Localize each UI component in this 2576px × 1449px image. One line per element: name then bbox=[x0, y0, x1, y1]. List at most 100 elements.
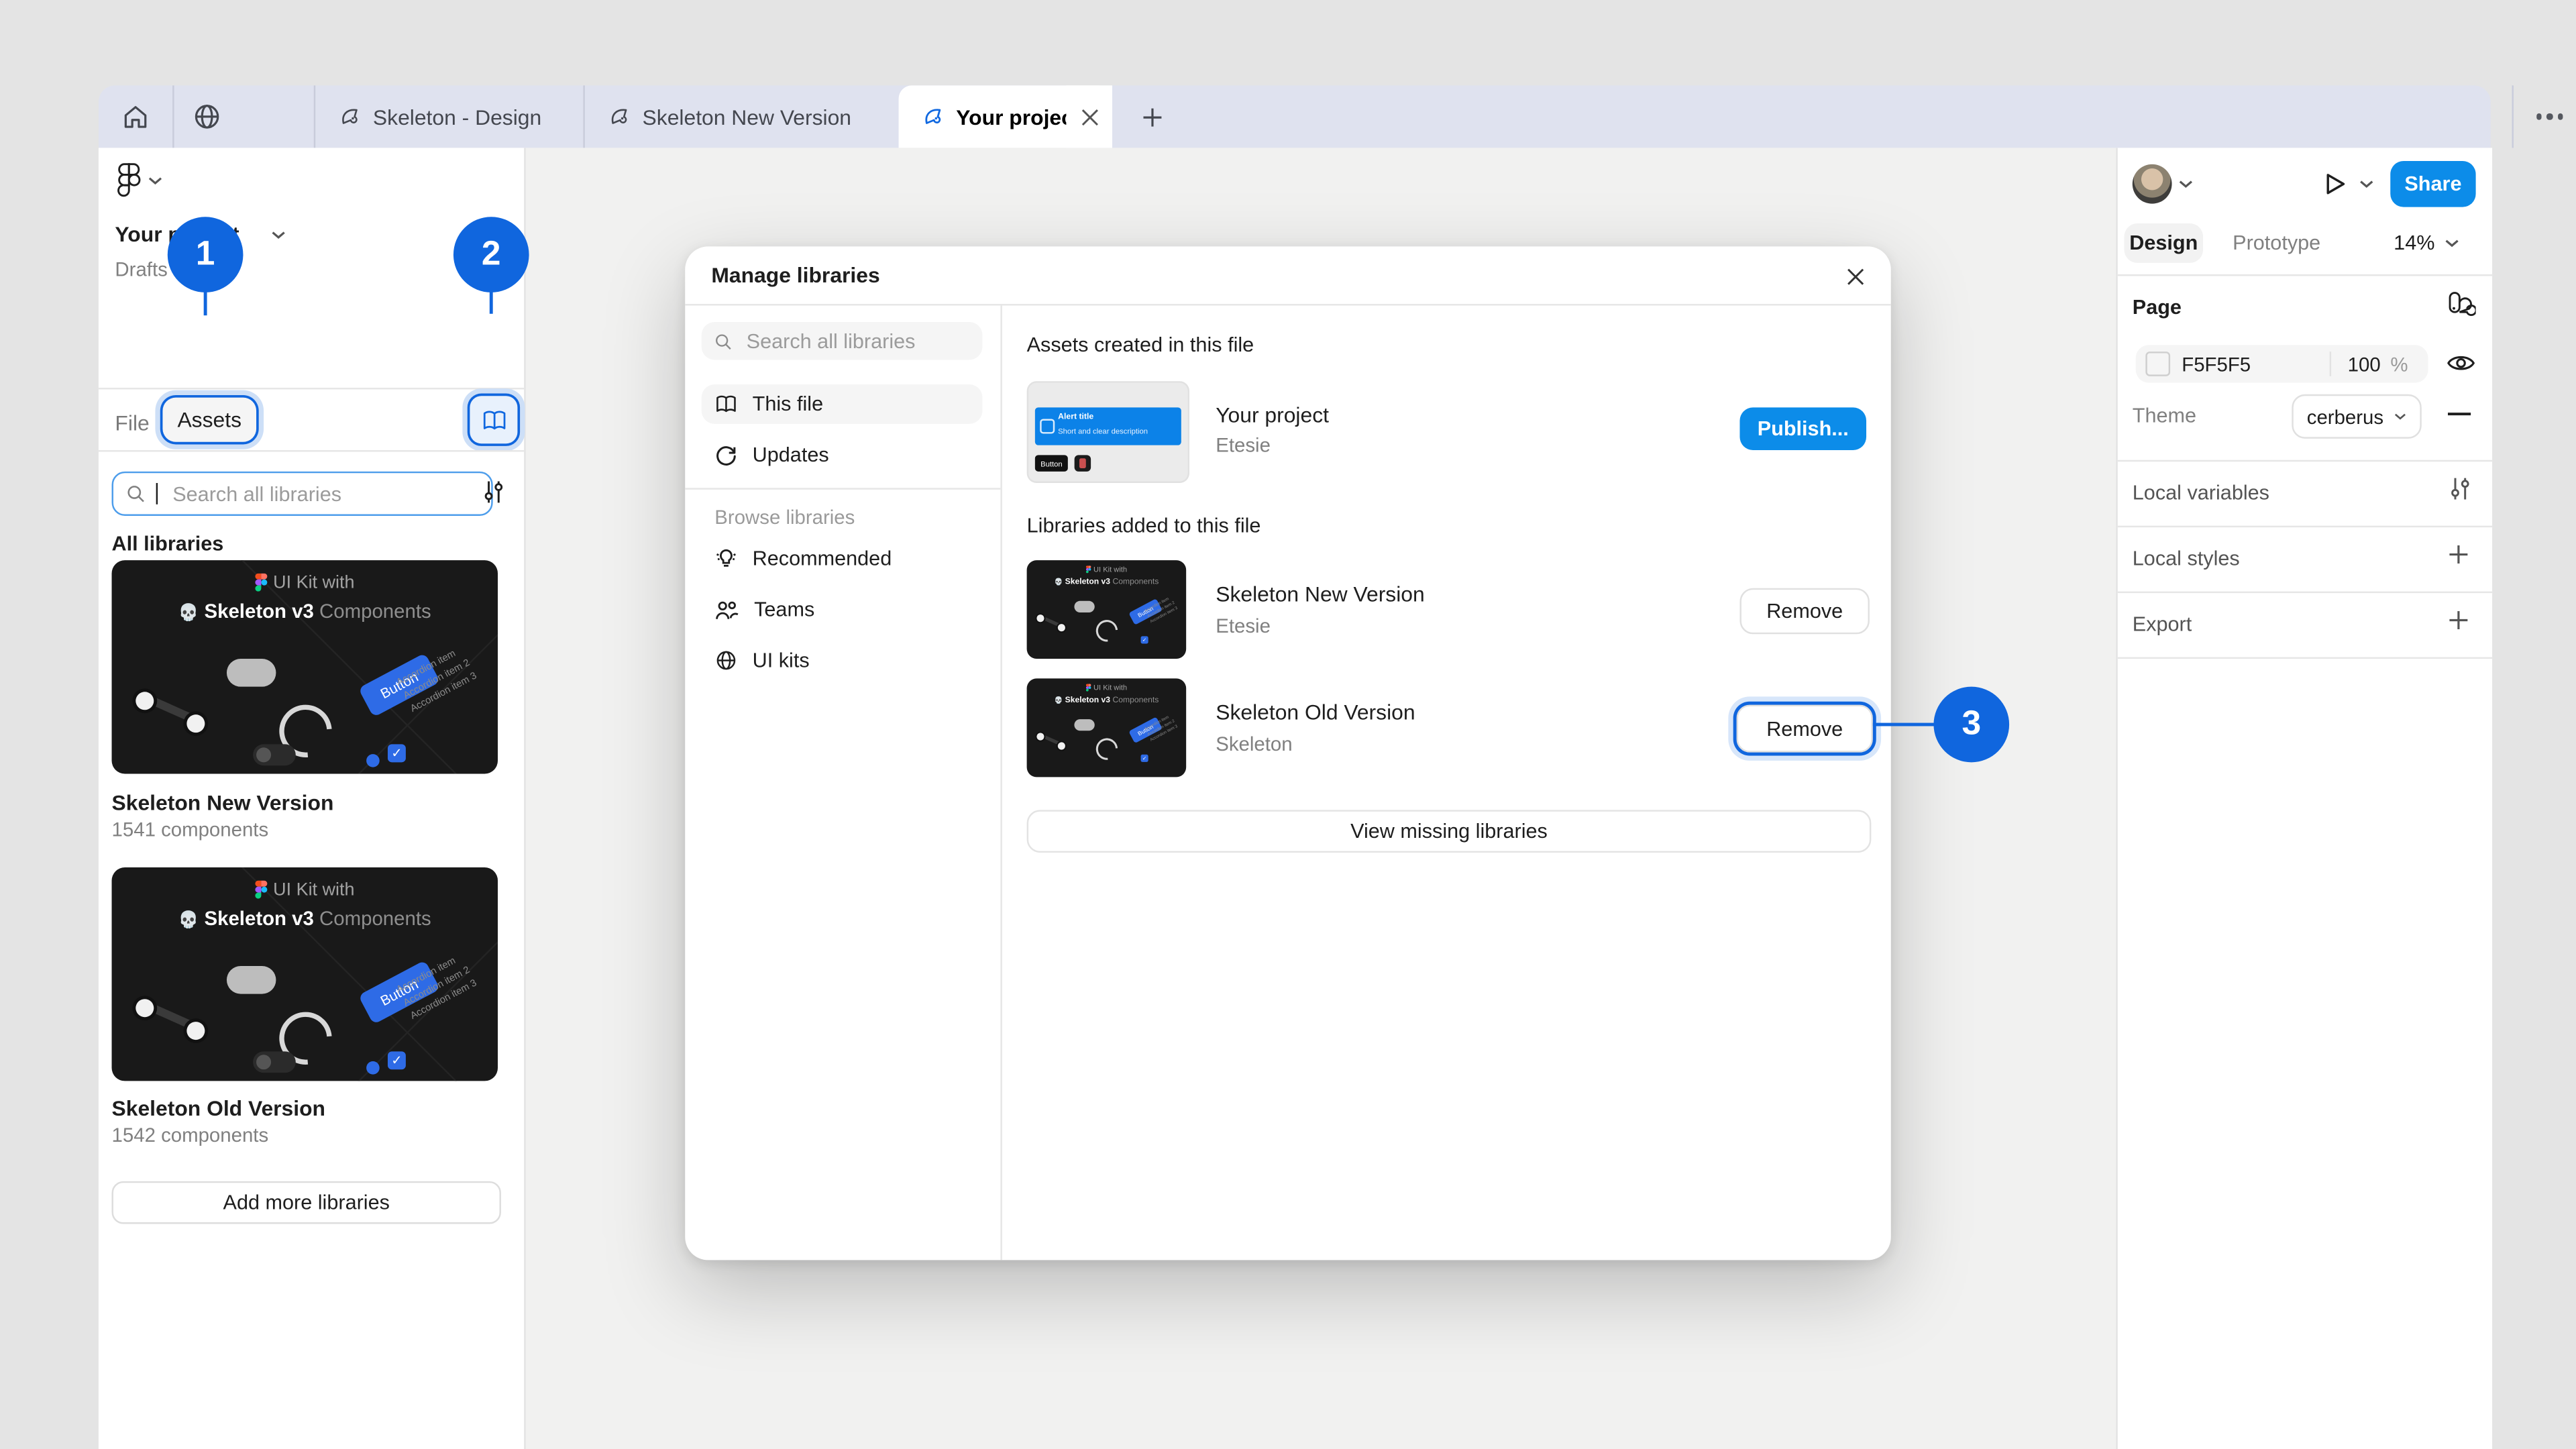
nav-recommended[interactable]: Recommended bbox=[702, 539, 983, 578]
tabbar-divider bbox=[2512, 85, 2513, 148]
globe-icon bbox=[714, 649, 737, 672]
left-sidebar: Your project Drafts File Assets bbox=[99, 148, 526, 1449]
browse-libraries-label: Browse libraries bbox=[714, 506, 855, 529]
library-card-title: Skeleton Old Version bbox=[112, 1095, 325, 1120]
project-owner: Etesie bbox=[1216, 434, 1271, 457]
assets-created-heading: Assets created in this file bbox=[1027, 333, 1254, 356]
color-hex-value[interactable]: F5F5F5 bbox=[2182, 352, 2251, 375]
divider bbox=[2118, 526, 2492, 527]
community-button[interactable] bbox=[174, 85, 240, 148]
open-variables-button[interactable] bbox=[2448, 476, 2473, 501]
library-thumbnail: UI Kit with 💀 Skeleton v3 Components But… bbox=[112, 560, 498, 773]
library-thumbnail: UI Kit with 💀 Skeleton v3 Components But… bbox=[112, 867, 498, 1081]
tab-design[interactable]: Design bbox=[2125, 223, 2204, 263]
tab-skeleton-design[interactable]: Skeleton - Design bbox=[315, 85, 608, 148]
avatar bbox=[2133, 164, 2172, 204]
tab-prototype[interactable]: Prototype bbox=[2233, 231, 2320, 254]
figma-file-icon bbox=[922, 105, 945, 128]
page-styles-button[interactable] bbox=[2447, 289, 2476, 319]
globe-icon bbox=[193, 102, 222, 131]
opacity-value[interactable]: 100 bbox=[2348, 352, 2381, 375]
zoom-level: 14% bbox=[2394, 231, 2434, 254]
thumb-slider bbox=[136, 690, 205, 727]
remove-library-button[interactable]: Remove bbox=[1739, 588, 1869, 635]
library-row-name: Skeleton Old Version bbox=[1216, 700, 1415, 724]
skull-icon: 💀 bbox=[178, 604, 199, 623]
divider bbox=[99, 450, 524, 451]
new-tab-button[interactable] bbox=[1127, 85, 1176, 148]
search-icon bbox=[127, 483, 145, 504]
library-search[interactable] bbox=[112, 472, 493, 516]
close-tab-button[interactable] bbox=[1066, 85, 1112, 148]
theme-value: cerberus bbox=[2307, 405, 2383, 428]
add-more-libraries-button[interactable]: Add more libraries bbox=[112, 1181, 501, 1224]
add-style-button[interactable] bbox=[2448, 544, 2469, 566]
nav-this-file-label: This file bbox=[753, 392, 823, 415]
annotation-2: 2 bbox=[453, 217, 529, 292]
figma-logo-icon bbox=[117, 162, 142, 199]
export-label: Export bbox=[2133, 612, 2192, 635]
library-row-thumbnail: UI Kit with 💀 Skeleton v3 Components But… bbox=[1027, 560, 1187, 659]
nav-updates[interactable]: Updates bbox=[702, 435, 983, 475]
ellipsis-icon bbox=[2536, 114, 2542, 120]
theme-label: Theme bbox=[2133, 404, 2196, 427]
add-export-button[interactable] bbox=[2448, 610, 2469, 631]
window-menu-button[interactable] bbox=[2520, 85, 2576, 148]
page-color-visibility-button[interactable] bbox=[2447, 352, 2476, 374]
tab-bar: Skeleton - Design Skeleton New Version Y… bbox=[99, 85, 2491, 148]
local-styles-label: Local styles bbox=[2133, 547, 2240, 570]
divider bbox=[2118, 657, 2492, 659]
tab-assets[interactable]: Assets bbox=[162, 398, 256, 442]
figma-file-icon bbox=[338, 105, 361, 128]
library-row-thumbnail: UI Kit with 💀 Skeleton v3 Components But… bbox=[1027, 678, 1187, 777]
theme-remove-button[interactable] bbox=[2448, 413, 2471, 416]
theme-select[interactable]: cerberus bbox=[2292, 394, 2421, 439]
remove-label: Remove bbox=[1766, 600, 1843, 623]
present-button[interactable] bbox=[2323, 171, 2348, 197]
chevron-down-icon bbox=[2359, 179, 2374, 189]
nav-this-file[interactable]: This file bbox=[702, 384, 983, 424]
figma-brand-icon bbox=[1086, 684, 1091, 692]
color-swatch[interactable] bbox=[2145, 352, 2170, 376]
figma-brand-icon bbox=[255, 881, 268, 899]
modal-search[interactable] bbox=[702, 322, 983, 360]
tab-file[interactable]: File bbox=[115, 411, 149, 435]
present-options-button[interactable] bbox=[2359, 179, 2374, 189]
library-card-meta: 1541 components bbox=[112, 818, 269, 841]
thumb-checkbox: ✓ bbox=[388, 744, 406, 762]
publish-label: Publish... bbox=[1758, 417, 1849, 440]
home-button[interactable] bbox=[102, 85, 168, 148]
home-icon bbox=[121, 103, 149, 131]
modal-search-input[interactable] bbox=[743, 328, 969, 354]
remove-library-button-highlighted[interactable]: Remove bbox=[1737, 705, 1873, 753]
project-name: Your project bbox=[1216, 402, 1329, 427]
people-icon bbox=[714, 599, 739, 621]
nav-ui-kits[interactable]: UI kits bbox=[702, 641, 983, 680]
main-menu-button[interactable] bbox=[117, 162, 163, 199]
right-sidebar: Share Design Prototype 14% Page bbox=[2116, 148, 2492, 1449]
account-menu[interactable] bbox=[2133, 164, 2194, 204]
tab-label: Skeleton New Version bbox=[643, 105, 851, 129]
nav-teams[interactable]: Teams bbox=[702, 590, 983, 629]
close-icon bbox=[1845, 267, 1864, 285]
zoom-menu[interactable]: 14% bbox=[2394, 223, 2459, 263]
close-icon bbox=[1080, 107, 1098, 125]
modal-close-button[interactable] bbox=[1835, 256, 1875, 296]
share-button[interactable]: Share bbox=[2390, 161, 2475, 207]
view-missing-libraries-button[interactable]: View missing libraries bbox=[1027, 810, 1872, 853]
divider bbox=[2118, 274, 2492, 276]
file-location[interactable]: Drafts bbox=[115, 258, 167, 280]
library-search-input[interactable] bbox=[169, 480, 478, 506]
tab-skeleton-new-version[interactable]: Skeleton New Version bbox=[585, 85, 902, 148]
publish-button[interactable]: Publish... bbox=[1739, 407, 1866, 450]
divider bbox=[685, 488, 1000, 489]
library-card-title: Skeleton New Version bbox=[112, 790, 334, 815]
library-row-owner: Skeleton bbox=[1216, 733, 1292, 755]
manage-libraries-modal: Manage libraries This file Updates Brows bbox=[685, 246, 1891, 1260]
eye-icon bbox=[2447, 352, 2476, 374]
thumb-toggle bbox=[253, 744, 296, 765]
libraries-button[interactable] bbox=[470, 396, 517, 443]
chevron-down-icon bbox=[2178, 179, 2193, 189]
filter-button[interactable] bbox=[482, 480, 506, 504]
view-missing-libraries-label: View missing libraries bbox=[1350, 820, 1548, 843]
